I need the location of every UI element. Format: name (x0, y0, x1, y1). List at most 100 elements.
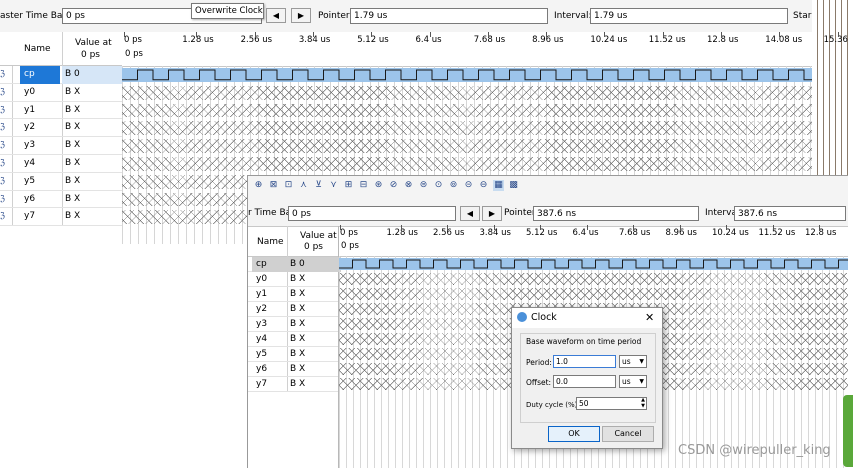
signal-value: B X (65, 122, 81, 133)
second-tick-mark (540, 225, 541, 230)
unknown-value-waveform[interactable] (122, 103, 812, 118)
signal-value: B X (290, 274, 306, 284)
group-icon[interactable]: ⊞ (343, 180, 354, 191)
value-column-subheader: 0 ps (81, 50, 100, 60)
signal-value: B X (65, 86, 81, 97)
unknown-value-waveform[interactable] (339, 287, 848, 300)
main-time-ruler: 0 ps 1.28 us 2.56 us 3.84 us 5.12 us 6.4 us 7.… (122, 32, 848, 67)
second-signal-row[interactable]: y7 B X (248, 377, 338, 392)
zoom-icon[interactable]: ⊕ (253, 180, 264, 191)
second-tick-mark (400, 225, 402, 230)
signal-name: y2 (256, 304, 268, 314)
spinner-arrows-icon[interactable]: ▲ ▼ (641, 398, 645, 409)
constant-icon[interactable]: ⊛ (373, 180, 384, 191)
signal-type-icon: ℨ (0, 211, 5, 221)
master-time-bar-label: aster Time Bar: (0, 11, 69, 21)
second-tick-mark (447, 225, 448, 230)
second-tick-mark (679, 225, 681, 230)
second-time-ruler: 0 ps 1.28 us 2.56 us 3.84 us 5.12 us 6.4 us 7.… (339, 225, 848, 257)
second-signal-row[interactable]: y2 B X (248, 302, 338, 317)
second-previous-button[interactable]: ◀ (460, 206, 480, 221)
ok-button[interactable]: OK (548, 426, 600, 442)
close-icon[interactable]: ✕ (645, 311, 654, 324)
period-unit-select[interactable]: us ▼ (619, 355, 647, 368)
marker-icon[interactable]: ⊡ (283, 180, 294, 191)
main-tick-label: 10.24 us (590, 35, 628, 45)
second-tick-label: 5.12 us (526, 228, 558, 238)
clock-icon[interactable]: ⊙ (433, 180, 444, 191)
second-interval-field[interactable]: 387.6 ns (734, 206, 846, 221)
main-signal-row[interactable]: ℨcp B 0 (0, 66, 125, 84)
unknown-value-waveform[interactable] (122, 85, 812, 100)
triangle-left-icon: ◀ (272, 11, 280, 20)
main-tick-mark (196, 32, 198, 37)
cancel-button[interactable]: Cancel (602, 426, 654, 442)
grid-icon[interactable]: ⊝ (463, 180, 474, 191)
main-signal-row[interactable]: ℨy7 B X (0, 208, 122, 227)
duty-cycle-label: Duty cycle (%): (526, 401, 580, 409)
second-pointer-field[interactable]: 387.6 ns (533, 206, 699, 221)
counter-icon[interactable]: ⊟ (358, 180, 369, 191)
snap-icon[interactable]: ⊖ (478, 180, 489, 191)
unknown-value-waveform[interactable] (122, 157, 812, 171)
second-tick-label: 0 ps (340, 228, 358, 238)
inverse-icon[interactable]: ⊗ (403, 180, 414, 191)
second-signal-row[interactable]: y5 B X (248, 347, 338, 362)
zoom-fit-icon[interactable]: ⊠ (268, 180, 279, 191)
main-signal-row[interactable]: ℨy2 B X (0, 119, 122, 138)
period-input[interactable]: 1.0 (553, 355, 616, 368)
second-tick-label: 10.24 us (712, 228, 749, 238)
second-tick-label: 3.84 us (479, 228, 511, 238)
second-signal-row[interactable]: y4 B X (248, 332, 338, 347)
main-signal-row[interactable]: ℨy1 B X (0, 102, 122, 120)
unknown-value-waveform[interactable] (339, 272, 848, 285)
offset-unit-select[interactable]: us ▼ (619, 375, 647, 388)
signal-name: y1 (24, 104, 36, 115)
main-tick-label: 8.96 us (532, 35, 564, 45)
signal-type-icon: ℨ (0, 193, 5, 203)
second-signal-row[interactable]: y1 B X (248, 287, 338, 302)
clock-waveform[interactable] (122, 68, 812, 82)
random-icon[interactable]: ⊘ (388, 180, 399, 191)
main-signal-row[interactable]: ℨy5 B X (0, 173, 122, 191)
next-transition-button[interactable]: ▶ (291, 8, 311, 23)
signal-type-icon: ℨ (0, 69, 5, 78)
triangle-right-icon: ▶ (488, 209, 496, 218)
bus-icon[interactable]: ⊻ (313, 180, 324, 191)
second-signal-row[interactable]: y0 B X (248, 272, 338, 287)
previous-transition-button[interactable]: ◀ (266, 8, 286, 23)
duty-cycle-spinner[interactable]: 50 ▲ ▼ (576, 397, 647, 410)
clock-waveform[interactable] (339, 257, 848, 270)
triangle-left-icon: ◀ (466, 209, 474, 218)
edge-icon[interactable]: ⋏ (298, 180, 309, 191)
second-tick-mark (633, 225, 634, 230)
second-tick-label: 2.56 us (433, 228, 465, 238)
clock-dialog-titlebar[interactable]: Clock ✕ (512, 308, 662, 328)
second-signal-row[interactable]: y3 B X (248, 317, 338, 332)
main-signal-row[interactable]: ℨy4 B X (0, 155, 122, 173)
interval-label: Interval: (554, 11, 592, 21)
period-unit-value: us (622, 357, 631, 366)
second-signal-row[interactable]: cp B 0 (248, 257, 341, 272)
chart-icon[interactable]: ▩ (508, 180, 519, 191)
main-tick-mark (604, 32, 606, 37)
settings-icon[interactable]: ▦ (493, 180, 504, 191)
main-signal-row[interactable]: ℨy3 B X (0, 137, 122, 155)
unknown-value-waveform[interactable] (122, 139, 812, 153)
unknown-value-waveform[interactable] (122, 121, 812, 136)
second-master-field[interactable]: 0 ps (288, 206, 456, 221)
interval-field[interactable]: 1.79 us (590, 8, 788, 24)
second-next-button[interactable]: ▶ (482, 206, 502, 221)
overwrite-icon[interactable]: ⊚ (448, 180, 459, 191)
second-signal-row[interactable]: y6 B X (248, 362, 338, 377)
main-tick-mark (487, 32, 489, 37)
value-icon[interactable]: ⊜ (418, 180, 429, 191)
waveform-icon[interactable]: ⋎ (328, 180, 339, 191)
signal-value: B X (290, 349, 306, 359)
pointer-field[interactable]: 1.79 us (350, 8, 548, 24)
main-tick-mark (546, 32, 548, 37)
offset-label: Offset: (526, 378, 552, 387)
main-signal-row[interactable]: ℨy6 B X (0, 191, 122, 209)
offset-input[interactable]: 0.0 (553, 375, 616, 388)
main-signal-row[interactable]: ℨy0 B X (0, 84, 122, 102)
